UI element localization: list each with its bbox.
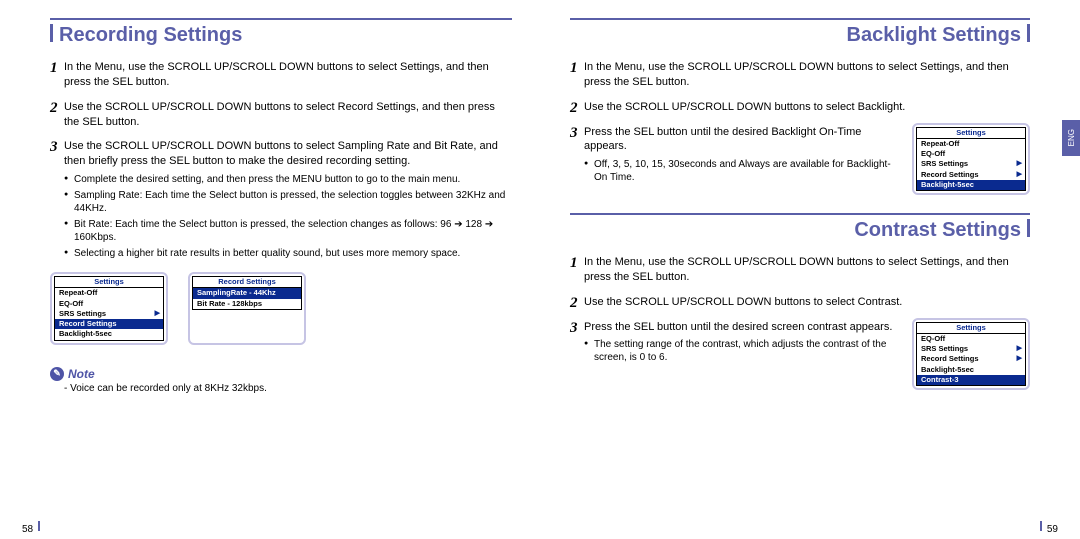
lcd-line: EQ-Off [917,334,1025,344]
note-heading: ✎ Note [50,367,512,381]
page-59: ENG Backlight Settings In the Menu, use … [540,0,1080,539]
note-text: - Voice can be recorded only at 8KHz 32k… [64,383,512,394]
lcd-line: EQ-Off [917,149,1025,159]
page-number-rule [1040,521,1042,531]
step: Press the SEL button until the desired B… [570,125,1030,196]
lcd-line: Repeat-Off [917,139,1025,149]
step: Use the SCROLL UP/SCROLL DOWN buttons to… [50,100,512,130]
heading-recording-settings: Recording Settings [50,18,512,46]
lcd-line-selected: Record Settings [55,319,163,329]
backlight-section: Backlight Settings In the Menu, use the … [570,18,1030,195]
step-sub-list: The setting range of the contrast, which… [584,338,898,364]
step-text: Use the SCROLL UP/SCROLL DOWN buttons to… [64,140,498,167]
heading-text: Contrast Settings [854,219,1021,241]
step: In the Menu, use the SCROLL UP/SCROLL DO… [50,60,512,90]
sub-item: Bit Rate: Each time the Select button is… [64,218,512,244]
lcd-line: Backlight-5sec [55,329,163,339]
heading-contrast: Contrast Settings [570,213,1030,241]
heading-backlight: Backlight Settings [570,18,1030,46]
page-spread: Recording Settings In the Menu, use the … [0,0,1080,539]
lcd-title: Settings [55,277,163,288]
lcd-backlight: Settings Repeat-Off EQ-Off SRS Settings … [912,123,1030,196]
lcd-line: Record Settings [917,170,1025,180]
note-label: Note [68,367,95,381]
lcd-title: Record Settings [193,277,301,288]
language-label: ENG [1067,129,1076,146]
lcd-line: Record Settings [917,354,1025,364]
lcd-line-selected: Backlight-5sec [917,180,1025,190]
step: Press the SEL button until the desired s… [570,320,1030,391]
lcd-line: Backlight-5sec [917,365,1025,375]
lcd-line: Repeat-Off [55,288,163,298]
step: In the Menu, use the SCROLL UP/SCROLL DO… [570,255,1030,285]
step-text: Press the SEL button until the desired B… [584,126,861,153]
lcd-title: Settings [917,323,1025,334]
lcd-contrast: Settings EQ-Off SRS Settings Record Sett… [912,318,1030,391]
step-sub-list: Off, 3, 5, 10, 15, 30seconds and Always … [584,158,898,184]
backlight-steps: In the Menu, use the SCROLL UP/SCROLL DO… [570,60,1030,195]
heading-text: Recording Settings [59,24,242,46]
sub-item: Off, 3, 5, 10, 15, 30seconds and Always … [584,158,898,184]
page-number: 58 [22,524,33,535]
lcd-title: Settings [917,128,1025,139]
lcd-line: SRS Settings [917,159,1025,169]
lcd-line: SRS Settings [917,344,1025,354]
step: Use the SCROLL UP/SCROLL DOWN buttons to… [570,295,1030,310]
contrast-steps: In the Menu, use the SCROLL UP/SCROLL DO… [570,255,1030,390]
step-text: In the Menu, use the SCROLL UP/SCROLL DO… [584,61,1009,88]
lcd-line-selected: SamplingRate - 44Khz [193,288,301,298]
step-text: Use the SCROLL UP/SCROLL DOWN buttons to… [64,101,495,128]
lcd-record-settings: Record Settings SamplingRate - 44Khz Bit… [188,272,306,345]
step-text: In the Menu, use the SCROLL UP/SCROLL DO… [584,256,1009,283]
note-block: ✎ Note - Voice can be recorded only at 8… [50,367,512,394]
contrast-section: Contrast Settings In the Menu, use the S… [570,213,1030,390]
note-icon: ✎ [50,367,64,381]
lcd-row: Settings Repeat-Off EQ-Off SRS Settings … [50,272,512,345]
language-tab: ENG [1062,120,1080,156]
step-sub-list: Complete the desired setting, and then p… [64,173,512,260]
lcd-settings: Settings Repeat-Off EQ-Off SRS Settings … [50,272,168,345]
sub-item: Sampling Rate: Each time the Select butt… [64,189,512,215]
page-number-rule [38,521,40,531]
step-text: Use the SCROLL UP/SCROLL DOWN buttons to… [584,101,905,113]
step: Use the SCROLL UP/SCROLL DOWN buttons to… [570,100,1030,115]
page-58: Recording Settings In the Menu, use the … [0,0,540,539]
step: In the Menu, use the SCROLL UP/SCROLL DO… [570,60,1030,90]
lcd-line-selected: Contrast-3 [917,375,1025,385]
lcd-line: Bit Rate - 128kbps [193,299,301,309]
lcd-line: SRS Settings [55,309,163,319]
step-text: In the Menu, use the SCROLL UP/SCROLL DO… [64,61,489,88]
step: Use the SCROLL UP/SCROLL DOWN buttons to… [50,139,512,260]
sub-item: Selecting a higher bit rate results in b… [64,247,512,260]
lcd-line: EQ-Off [55,299,163,309]
sub-item: Complete the desired setting, and then p… [64,173,512,186]
step-text: Press the SEL button until the desired s… [584,321,892,333]
page-number: 59 [1047,524,1058,535]
heading-text: Backlight Settings [847,24,1021,46]
recording-steps: In the Menu, use the SCROLL UP/SCROLL DO… [50,60,512,260]
sub-item: The setting range of the contrast, which… [584,338,898,364]
step-text: Use the SCROLL UP/SCROLL DOWN buttons to… [584,296,902,308]
